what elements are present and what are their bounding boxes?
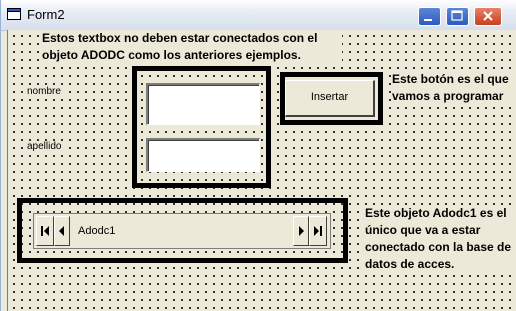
label-nombre: nombre bbox=[25, 86, 63, 97]
move-last-icon bbox=[314, 226, 322, 236]
note-button: Este botón es el que vamos a programar bbox=[392, 71, 516, 105]
nombre-textbox[interactable] bbox=[146, 83, 260, 125]
label-apellido: apellido bbox=[25, 141, 64, 152]
minimize-button[interactable] bbox=[418, 7, 441, 26]
form-window: Form2 Estos textbox no deben estar conec… bbox=[0, 0, 516, 311]
move-previous-icon bbox=[59, 226, 64, 236]
note-textboxes: Estos textbox no deben estar conectados … bbox=[42, 30, 342, 64]
adodc-data-control[interactable]: Adodc1 bbox=[33, 213, 331, 249]
maximize-icon bbox=[451, 10, 463, 21]
apellido-textbox[interactable] bbox=[146, 138, 260, 172]
minimize-icon bbox=[424, 19, 432, 21]
move-last-button[interactable] bbox=[309, 216, 327, 246]
note-adodc: Este objeto Adodc1 es el único que va a … bbox=[365, 205, 513, 273]
move-first-button[interactable] bbox=[36, 216, 54, 246]
maximize-button[interactable] bbox=[446, 7, 469, 26]
move-first-icon bbox=[41, 226, 49, 236]
insertar-button[interactable]: Insertar bbox=[285, 80, 375, 117]
close-icon bbox=[483, 11, 493, 21]
adodc-caption: Adodc1 bbox=[78, 225, 116, 237]
form-window-icon bbox=[7, 8, 21, 20]
move-next-icon bbox=[299, 226, 304, 236]
move-previous-button[interactable] bbox=[54, 216, 70, 246]
close-button[interactable] bbox=[474, 7, 502, 26]
window-title: Form2 bbox=[27, 7, 65, 22]
move-next-button[interactable] bbox=[293, 216, 309, 246]
title-bar[interactable]: Form2 bbox=[1, 0, 516, 31]
